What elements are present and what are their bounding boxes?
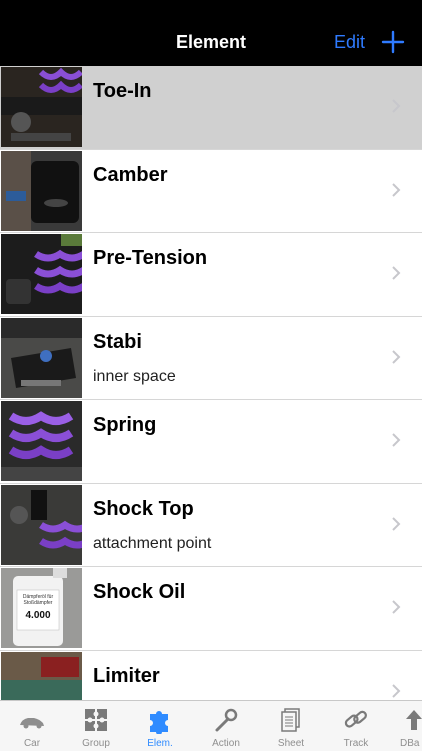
tab-label: Sheet [277,738,305,749]
puzzle-grid-icon [85,709,107,731]
tab-label: Track [343,738,369,749]
oil-label-value: 4.000 [25,610,50,621]
element-thumbnail: Dämpferöl für Stoßdämpfer 4.000 [1,568,82,648]
list-item-pre-tension[interactable]: Pre-Tension [0,233,422,317]
list-item-limiter[interactable]: Limiter [0,650,422,700]
list-item-stabi[interactable]: Stabi inner space [0,316,422,400]
tab-car[interactable]: Car [0,701,64,751]
row-title: Spring [93,414,157,436]
element-thumbnail [1,67,82,147]
tab-action[interactable]: Action [194,701,258,751]
edit-button[interactable]: Edit [334,32,365,53]
chevron-right-icon [392,516,401,531]
chevron-right-icon [392,349,401,364]
element-thumbnail [1,317,82,398]
list-item-camber[interactable]: Camber [0,149,422,233]
row-title: Stabi [93,330,142,353]
row-title: Shock Oil [93,581,186,603]
navigation-bar: Element Edit [0,0,422,66]
chevron-right-icon [392,683,401,698]
element-thumbnail [1,484,82,565]
car-icon [20,718,44,729]
chevron-right-icon [392,600,401,614]
tab-track[interactable]: Track [324,701,388,751]
tab-elem[interactable]: Elem. [128,701,192,751]
row-title: Shock Top [93,497,194,520]
tab-label: Elem. [147,738,173,749]
tab-label: Action [212,738,240,749]
tab-label: Car [23,738,41,749]
list-item-toe-in[interactable]: Toe-In [0,66,422,150]
tab-label: DBa [400,738,420,749]
tab-label: Group [82,738,110,749]
puzzle-piece-icon [150,711,168,734]
plus-icon[interactable] [381,30,405,54]
row-title: Toe-In [93,80,152,102]
list-item-spring[interactable]: Spring [0,400,422,484]
chevron-right-icon [392,266,401,280]
chevron-right-icon [392,99,401,113]
element-thumbnail [1,651,82,700]
tab-dba[interactable]: DBa [388,701,422,751]
element-list[interactable]: Toe-In Camber Pre-Tension Stabi inner sp… [0,66,422,700]
tab-group[interactable]: Group [64,701,128,751]
element-thumbnail [1,150,82,231]
chevron-right-icon [392,182,401,197]
chain-link-icon [344,710,367,728]
upload-arrow-icon [406,710,422,730]
element-thumbnail [1,234,82,314]
row-subtitle: inner space [93,367,176,385]
document-stack-icon [281,708,300,732]
row-title: Camber [93,163,168,186]
list-item-shock-oil[interactable]: Dämpferöl für Stoßdämpfer 4.000 Shock Oi… [0,567,422,651]
tab-bar: Car Group Elem. Action Sheet Track DBa [0,700,422,751]
row-title: Pre-Tension [93,247,208,269]
row-title: Limiter [93,664,160,687]
chevron-right-icon [392,433,401,447]
element-thumbnail [1,401,82,481]
row-subtitle: attachment point [93,534,212,552]
list-item-shock-top[interactable]: Shock Top attachment point [0,483,422,567]
wrench-icon [215,708,238,732]
oil-label-line2: Stoßdämpfer [24,600,53,606]
tab-sheet[interactable]: Sheet [259,701,323,751]
